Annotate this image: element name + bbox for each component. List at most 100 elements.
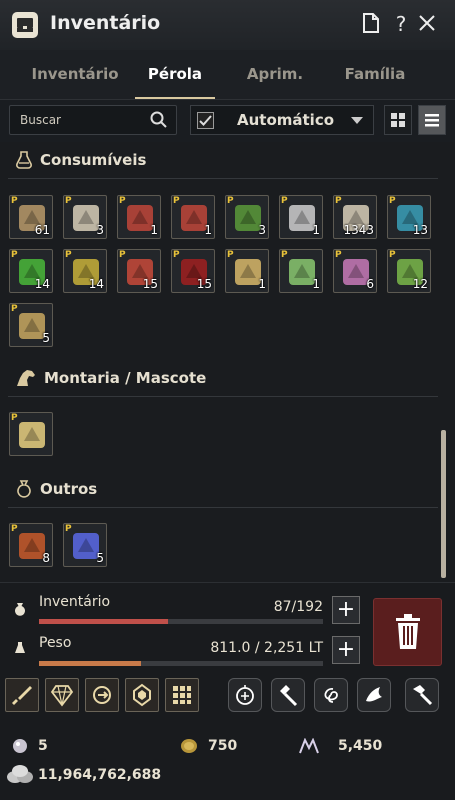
- gem-tool-button[interactable]: [125, 678, 159, 712]
- inventory-capacity-value: 87/192: [273, 599, 323, 615]
- item-slot[interactable]: P8: [9, 523, 53, 567]
- tab-upgrade[interactable]: Aprim.: [225, 65, 325, 83]
- swap-icon: [93, 686, 111, 704]
- section-consumables[interactable]: Consumíveis: [14, 150, 146, 170]
- pearl-icon: [13, 739, 27, 753]
- sword-icon: [12, 686, 32, 705]
- list-view-button[interactable]: [418, 105, 446, 135]
- item-list[interactable]: Consumíveis P 61 P 3 P 1 P 1 P 3 P 1 P 1343 P 13 P 14 P 14 P…: [0, 142, 455, 582]
- item-count: 3: [258, 223, 266, 237]
- repair-tool-button[interactable]: [405, 678, 439, 712]
- inventory-window: Inventário ? Inventário Pérola Aprim. Fa…: [0, 0, 455, 800]
- item-slot[interactable]: P1: [279, 195, 323, 239]
- pearl-item-badge: P: [389, 196, 396, 206]
- item-count: 1: [204, 223, 212, 237]
- item-count: 5: [42, 331, 50, 345]
- sword-tool-button[interactable]: [5, 678, 39, 712]
- item-slot[interactable]: P3: [225, 195, 269, 239]
- list-icon: [425, 114, 439, 127]
- item-count: 1: [258, 277, 266, 291]
- item-slot[interactable]: P5: [63, 523, 107, 567]
- item-count: 5: [96, 551, 104, 565]
- energy-icon: [299, 738, 319, 754]
- pearl-item-badge: P: [335, 250, 342, 260]
- crystal-tool-button[interactable]: [45, 678, 79, 712]
- item-count: 8: [42, 551, 50, 565]
- pearl-item-badge: P: [281, 250, 288, 260]
- expand-inventory-button[interactable]: +: [332, 596, 360, 624]
- item-count: 1: [312, 223, 320, 237]
- chevron-down-icon: [351, 117, 363, 124]
- section-title: Outros: [40, 480, 98, 498]
- section-title: Consumíveis: [40, 151, 147, 169]
- bottom-panel: Inventário 87/192 + Peso 811.0 / 2,251 L…: [0, 582, 455, 800]
- section-title: Montaria / Mascote: [44, 369, 207, 387]
- delete-button[interactable]: [373, 598, 442, 666]
- search-icon[interactable]: [150, 111, 168, 133]
- item-slot[interactable]: P 15: [171, 249, 215, 293]
- item-slot[interactable]: P 15: [117, 249, 161, 293]
- item-slot[interactable]: P1: [279, 249, 323, 293]
- search-placeholder: Buscar: [20, 113, 61, 127]
- item-slot[interactable]: P 61: [9, 195, 53, 239]
- section-mount[interactable]: Montaria / Mascote: [14, 368, 206, 388]
- lantern-tool-button[interactable]: [228, 678, 262, 712]
- water-tool-button[interactable]: [357, 678, 391, 712]
- close-icon[interactable]: [416, 13, 438, 35]
- divider: [8, 396, 438, 397]
- weight-label: Peso: [39, 635, 72, 651]
- pearl-item-badge: P: [11, 413, 18, 423]
- document-icon[interactable]: [360, 13, 382, 35]
- item-slot[interactable]: P: [9, 412, 53, 456]
- pearl-item-badge: P: [227, 250, 234, 260]
- hammer-tool-button[interactable]: [271, 678, 305, 712]
- pearl-item-badge: P: [11, 304, 18, 314]
- item-slot[interactable]: P1: [171, 195, 215, 239]
- pearl-item-badge: P: [11, 524, 18, 534]
- swap-tool-button[interactable]: [85, 678, 119, 712]
- gem-icon: [133, 683, 151, 707]
- title-bar[interactable]: Inventário ?: [0, 0, 455, 50]
- horse-icon: [17, 370, 35, 386]
- pearl-item-badge: P: [119, 196, 126, 206]
- expand-weight-button[interactable]: +: [332, 636, 360, 664]
- weight-bar: [39, 661, 323, 666]
- grid-tool-button[interactable]: [165, 678, 199, 712]
- item-slot[interactable]: P1: [225, 249, 269, 293]
- inventory-capacity-label: Inventário: [39, 594, 111, 610]
- crystal-icon: [50, 685, 74, 707]
- horn-icon: [19, 422, 45, 448]
- tab-bar: Inventário Pérola Aprim. Família: [0, 50, 455, 100]
- item-slot[interactable]: P 14: [9, 249, 53, 293]
- grid-view-button[interactable]: [384, 105, 412, 135]
- potion-icon: [16, 151, 32, 169]
- alchemy-tool-button[interactable]: [314, 678, 348, 712]
- coin-count: 750: [208, 738, 238, 754]
- pearl-item-badge: P: [65, 196, 72, 206]
- section-others[interactable]: Outros: [14, 479, 97, 499]
- auto-sort-checkbox[interactable]: [197, 112, 214, 129]
- tab-pearl[interactable]: Pérola: [125, 65, 225, 83]
- help-icon[interactable]: ?: [390, 13, 412, 35]
- bag-icon: [17, 480, 31, 498]
- item-slot[interactable]: P1: [117, 195, 161, 239]
- item-slot[interactable]: P 12: [387, 249, 431, 293]
- item-slot[interactable]: P6: [333, 249, 377, 293]
- item-slot[interactable]: P 14: [63, 249, 107, 293]
- tab-inventory[interactable]: Inventário: [25, 65, 125, 83]
- tab-family[interactable]: Família: [325, 65, 425, 83]
- item-count: 15: [196, 277, 212, 291]
- pearl-item-badge: P: [65, 250, 72, 260]
- item-count: 1: [150, 223, 158, 237]
- scrollbar-thumb[interactable]: [441, 430, 446, 578]
- pearl-item-badge: P: [65, 524, 72, 534]
- divider: [8, 178, 438, 179]
- item-slot[interactable]: P 13: [387, 195, 431, 239]
- search-input[interactable]: Buscar: [9, 105, 177, 135]
- grid-icon: [173, 686, 191, 704]
- pearl-item-badge: P: [11, 250, 18, 260]
- item-slot[interactable]: P5: [9, 303, 53, 347]
- item-slot[interactable]: P3: [63, 195, 107, 239]
- sort-dropdown[interactable]: Automático: [190, 105, 374, 135]
- item-slot[interactable]: P 1343: [333, 195, 377, 239]
